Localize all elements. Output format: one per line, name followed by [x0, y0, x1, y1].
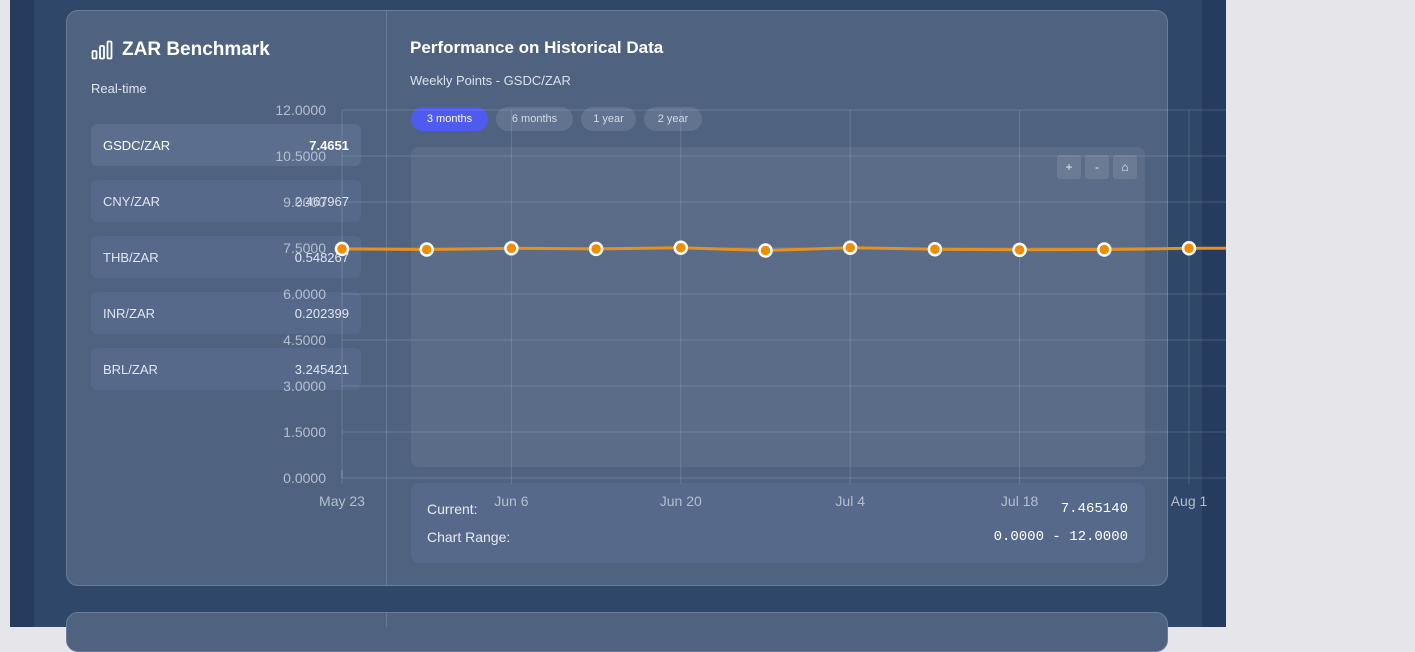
range-3-months-button[interactable]: 3 months [411, 107, 488, 131]
range-1-year-button[interactable]: 1 year [581, 107, 636, 131]
zoom-out-button[interactable]: - [1085, 155, 1109, 179]
rate-value: 3.245421 [294, 361, 349, 377]
rate-pair: THB/ZAR [103, 249, 159, 265]
range-6-months-button[interactable]: 6 months [496, 107, 573, 131]
rate-value: 0.548267 [294, 249, 349, 265]
rate-row-gsdc[interactable]: GSDC/ZAR 7.4651 [91, 124, 361, 166]
next-card [66, 612, 1168, 652]
benchmark-header: ZAR Benchmark [91, 36, 270, 64]
chart-range-label: Chart Range: [427, 529, 511, 545]
rate-value: 0.202399 [294, 305, 349, 321]
current-label: Current: [427, 501, 478, 517]
rate-row-cny[interactable]: CNY/ZAR 2.467967 [91, 180, 361, 222]
chart-range-value: 0.0000 - 12.0000 [993, 529, 1128, 545]
rate-value: 7.4651 [309, 137, 349, 153]
range-2-year-button[interactable]: 2 year [644, 107, 702, 131]
chart-plot-area[interactable] [411, 147, 1145, 467]
rate-pair: GSDC/ZAR [103, 137, 171, 153]
zoom-in-button[interactable]: + [1057, 155, 1081, 179]
bar-chart-icon [91, 40, 113, 60]
rate-row-thb[interactable]: THB/ZAR 0.548267 [91, 236, 361, 278]
card-divider [386, 11, 387, 586]
rate-pair: CNY/ZAR [103, 193, 161, 209]
rate-pair: BRL/ZAR [103, 361, 158, 377]
realtime-label: Real-time [91, 81, 147, 96]
home-icon[interactable]: ⌂ [1113, 155, 1137, 179]
next-card-divider [386, 612, 387, 627]
current-value: 7.465140 [1060, 501, 1128, 517]
chart-info-panel [411, 483, 1145, 563]
performance-title: Performance on Historical Data [410, 38, 664, 57]
performance-subtitle: Weekly Points - GSDC/ZAR [410, 73, 571, 88]
rate-row-inr[interactable]: INR/ZAR 0.202399 [91, 292, 361, 334]
rate-value: 2.467967 [294, 193, 349, 209]
rate-row-brl[interactable]: BRL/ZAR 3.245421 [91, 348, 361, 390]
benchmark-title: ZAR Benchmark [122, 39, 270, 60]
rate-pair: INR/ZAR [103, 305, 155, 321]
